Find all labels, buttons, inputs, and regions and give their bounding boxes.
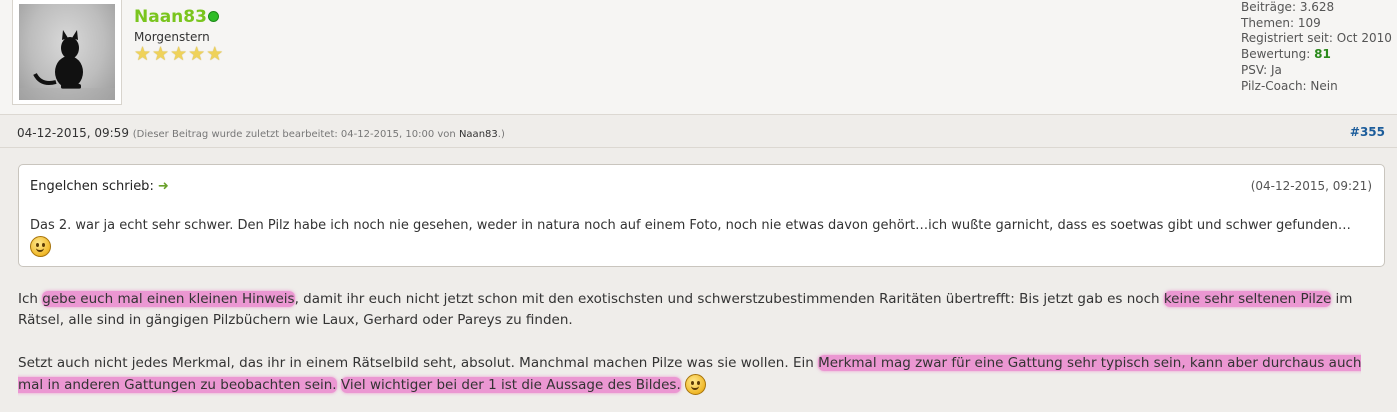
avatar-frame [12, 0, 122, 105]
rating-link[interactable]: 81 [1314, 47, 1331, 61]
post-paragraph-1: Ich gebe euch mal einen kleinen Hinweis,… [18, 291, 1353, 328]
post-number-link[interactable]: #355 [1350, 125, 1385, 139]
rank-stars: ★ ★ ★ ★ ★ [134, 44, 223, 64]
highlighted-text: Viel wichtiger bei der 1 ist die Aussage… [340, 376, 681, 393]
stat-registered: Registriert seit: Oct 2010 [1241, 31, 1392, 46]
user-stats: Beiträge: 3.628 Themen: 109 Registriert … [1241, 0, 1392, 94]
quote-box: Engelchen schrieb: ➜ (04-12-2015, 09:21) … [18, 164, 1385, 267]
smile-icon [685, 374, 707, 395]
star-icon: ★ [170, 43, 188, 65]
stat-topics: Themen: 109 [1241, 15, 1321, 30]
stat-psv: PSV: Ja [1241, 62, 1282, 77]
quote-author: Engelchen schrieb: ➜ [30, 179, 169, 194]
post-author-header: Naan83 Morgenstern ★ ★ ★ ★ ★ Beiträge: 3… [0, 0, 1397, 115]
highlighted-text: gebe euch mal einen kleinen Hinweis [42, 291, 295, 307]
star-icon: ★ [134, 43, 152, 65]
stat-posts: Beiträge: 3.628 [1241, 0, 1335, 14]
user-rank: Morgenstern [134, 30, 210, 44]
username-link[interactable]: Naan83 [134, 7, 207, 27]
editor-link[interactable]: Naan83 [459, 129, 498, 140]
star-icon: ★ [206, 43, 224, 65]
stat-coach: Pilz-Coach: Nein [1241, 78, 1338, 93]
post-date: 04-12-2015, 09:59 (Dieser Beitrag wurde … [17, 126, 505, 140]
online-status-icon [208, 11, 219, 22]
highlighted-text: keine sehr seltenen Pilze [1163, 291, 1332, 307]
black-cat-image [19, 30, 115, 100]
jump-to-quote-arrow-icon[interactable]: ➜ [158, 179, 169, 194]
stat-rating: Bewertung: 81 [1241, 47, 1331, 62]
star-icon: ★ [188, 43, 206, 65]
avatar[interactable] [19, 4, 115, 100]
thinking-smiley-icon [30, 236, 51, 257]
post-paragraph-2: Setzt auch nicht jedes Merkmal, das ihr … [18, 353, 1383, 396]
star-icon: ★ [152, 43, 170, 65]
edit-note: (Dieser Beitrag wurde zuletzt bearbeitet… [132, 129, 505, 140]
quote-text: Das 2. war ja echt sehr schwer. Den Pilz… [30, 216, 1370, 257]
post-date-bar: 04-12-2015, 09:59 (Dieser Beitrag wurde … [0, 115, 1397, 148]
quote-date: (04-12-2015, 09:21) [1250, 179, 1372, 193]
